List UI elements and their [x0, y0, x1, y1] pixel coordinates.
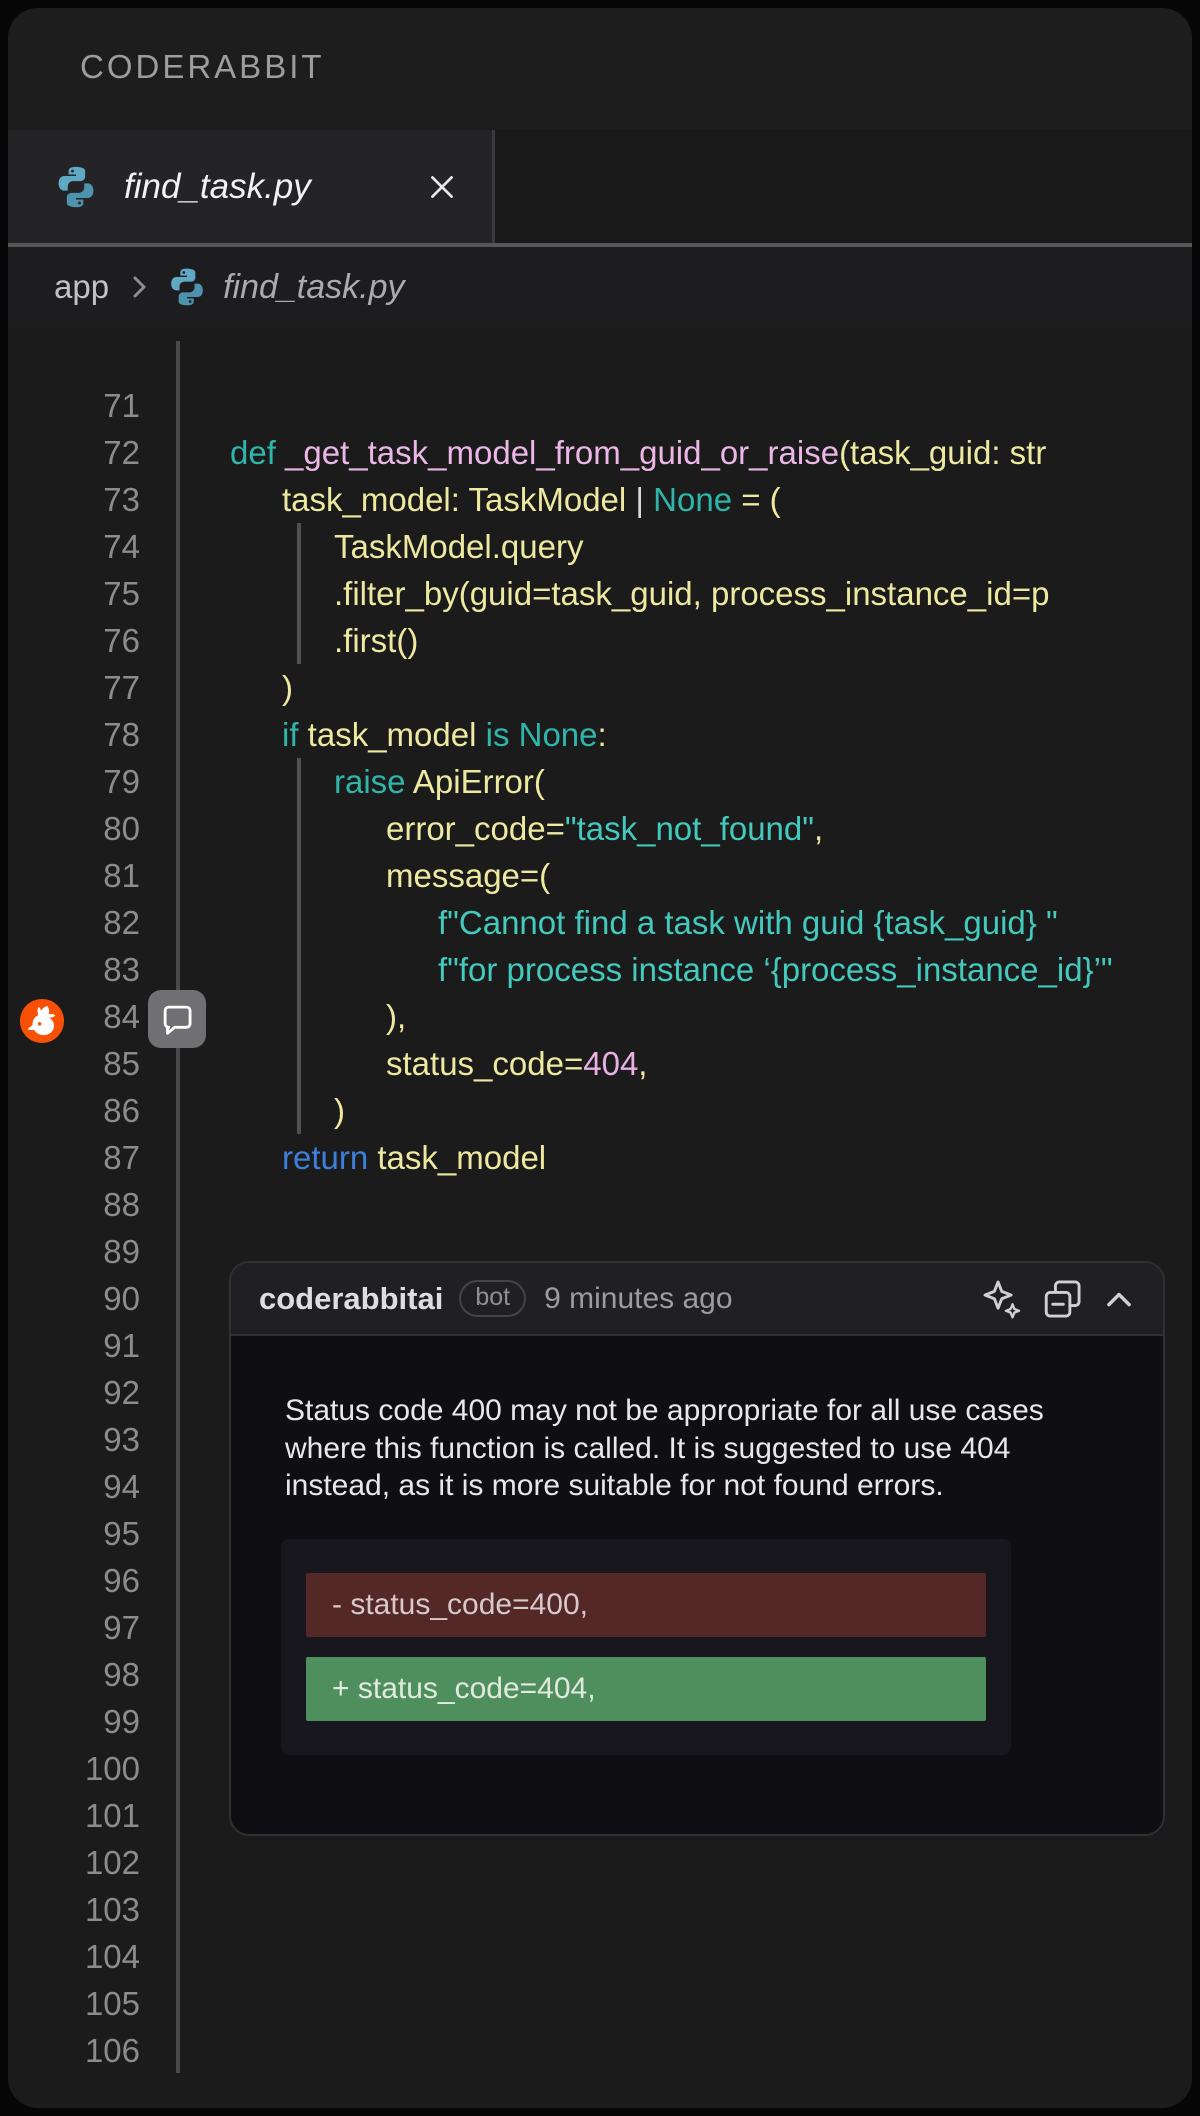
chevron-right-icon [127, 272, 151, 302]
collapse-button[interactable] [1101, 1281, 1137, 1317]
code-line: 104 [8, 1933, 1192, 1980]
line-number: 97 [8, 1604, 140, 1651]
ai-sparkle-button[interactable] [981, 1278, 1023, 1320]
line-number: 102 [8, 1839, 140, 1886]
code-line: 86) [8, 1087, 1192, 1134]
python-icon [54, 165, 98, 209]
comment-bubble-icon [158, 1000, 196, 1038]
code-line: 73task_model: TaskModel | None = ( [8, 476, 1192, 523]
line-number: 78 [8, 711, 140, 758]
code-line: 76.first() [8, 617, 1192, 664]
coderabbit-panel: CODERABBIT find_task.py app [8, 8, 1192, 2108]
tab-find-task[interactable]: find_task.py [8, 130, 495, 243]
line-number: 77 [8, 664, 140, 711]
code-line: 87return task_model [8, 1134, 1192, 1181]
suggested-diff: - status_code=400, + status_code=404, [281, 1539, 1011, 1755]
line-number: 83 [8, 946, 140, 993]
code-line: 79raise ApiError( [8, 758, 1192, 805]
diff-removed-line: - status_code=400, [306, 1573, 986, 1637]
code-line: 81message=( [8, 852, 1192, 899]
coderabbit-marker-icon[interactable] [19, 998, 65, 1044]
line-number: 103 [8, 1886, 140, 1933]
line-number: 89 [8, 1228, 140, 1275]
line-number: 90 [8, 1275, 140, 1322]
line-number: 98 [8, 1651, 140, 1698]
line-number: 80 [8, 805, 140, 852]
comment-body-text: Status code 400 may not be appropriate f… [285, 1392, 1111, 1505]
line-number: 95 [8, 1510, 140, 1557]
code-line: 103 [8, 1886, 1192, 1933]
comment-author: coderabbitai [259, 1281, 443, 1317]
line-number: 87 [8, 1134, 140, 1181]
line-number: 75 [8, 570, 140, 617]
app-title: CODERABBIT [80, 48, 325, 85]
line-number: 101 [8, 1792, 140, 1839]
copy-icon [1041, 1278, 1083, 1320]
diff-added-line: + status_code=404, [306, 1657, 986, 1721]
comment-timestamp: 9 minutes ago [544, 1282, 732, 1316]
code-line: 82f"Cannot find a task with guid {task_g… [8, 899, 1192, 946]
comment-header: coderabbitai bot 9 minutes ago [231, 1263, 1163, 1336]
copy-button[interactable] [1041, 1278, 1083, 1320]
bot-badge: bot [459, 1280, 526, 1317]
code-line: 106 [8, 2027, 1192, 2074]
line-number: 71 [8, 382, 140, 429]
review-comment-card: coderabbitai bot 9 minutes ago [229, 1261, 1165, 1836]
code-line: 105 [8, 1980, 1192, 2027]
line-number: 88 [8, 1181, 140, 1228]
breadcrumb-folder[interactable]: app [54, 268, 109, 306]
chevron-up-icon [1101, 1281, 1137, 1317]
line-number: 93 [8, 1416, 140, 1463]
line-number: 72 [8, 429, 140, 476]
code-line: 83f"for process instance ‘{process_insta… [8, 946, 1192, 993]
comment-bubble-button[interactable] [148, 990, 206, 1048]
line-number: 91 [8, 1322, 140, 1369]
line-number: 94 [8, 1463, 140, 1510]
code-line: 78if task_model is None: [8, 711, 1192, 758]
line-number: 86 [8, 1087, 140, 1134]
line-number: 99 [8, 1698, 140, 1745]
line-number: 96 [8, 1557, 140, 1604]
sparkle-icon [981, 1278, 1023, 1320]
code-line: 88 [8, 1181, 1192, 1228]
line-number: 104 [8, 1933, 140, 1980]
line-number: 79 [8, 758, 140, 805]
breadcrumb-file[interactable]: find_task.py [223, 268, 404, 307]
line-number: 105 [8, 1980, 140, 2027]
code-line: 77) [8, 664, 1192, 711]
code-editor: 7172def _get_task_model_from_guid_or_rai… [8, 327, 1192, 2104]
close-icon [425, 170, 459, 204]
line-number: 74 [8, 523, 140, 570]
line-number: 100 [8, 1745, 140, 1792]
comment-body: Status code 400 may not be appropriate f… [231, 1336, 1163, 1755]
tab-bar: find_task.py [8, 130, 1192, 247]
line-number: 106 [8, 2027, 140, 2074]
line-number: 82 [8, 899, 140, 946]
code-line: 80error_code="task_not_found", [8, 805, 1192, 852]
code-line: 74TaskModel.query [8, 523, 1192, 570]
code-line: 72def _get_task_model_from_guid_or_raise… [8, 429, 1192, 476]
line-number: 81 [8, 852, 140, 899]
app-header: CODERABBIT [8, 8, 1192, 130]
line-number: 85 [8, 1040, 140, 1087]
code-line: 71 [8, 382, 1192, 429]
line-number: 92 [8, 1369, 140, 1416]
line-number: 76 [8, 617, 140, 664]
tab-close-button[interactable] [420, 165, 464, 209]
python-icon [167, 267, 207, 307]
code-line: 75.filter_by(guid=task_guid, process_ins… [8, 570, 1192, 617]
code-line: 102 [8, 1839, 1192, 1886]
tab-label: find_task.py [124, 167, 311, 207]
line-number: 73 [8, 476, 140, 523]
breadcrumb: app find_task.py [8, 247, 1192, 327]
